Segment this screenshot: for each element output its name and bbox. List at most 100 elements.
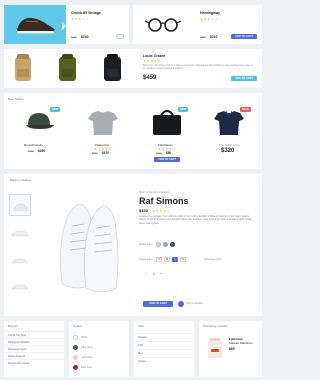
- product-description: Best price advertised look at a shared c…: [143, 64, 253, 70]
- shoe-thumb-icon: [13, 203, 29, 212]
- thumbnail[interactable]: [9, 194, 31, 216]
- filter-option-label: Unisex: [138, 360, 146, 363]
- back-link[interactable]: Back to catalog: [10, 178, 31, 182]
- quantity-value[interactable]: 1: [153, 272, 155, 276]
- color-label: Select color: [139, 243, 153, 246]
- filter-option[interactable]: Unisex: [134, 357, 194, 364]
- shoe-thumb-icon: [11, 230, 29, 237]
- filter-option[interactable]: Simple Mod shoes: [4, 359, 64, 366]
- shoe-thumb-icon: [11, 284, 29, 290]
- price: $320: [221, 148, 235, 154]
- color-swatch-dark[interactable]: [170, 242, 175, 247]
- product-title[interactable]: Hemingway: [200, 11, 220, 15]
- price: $350: [139, 208, 148, 213]
- wishlist-link[interactable]: Add to wishlist: [186, 302, 203, 305]
- price: $210: [210, 35, 218, 39]
- brands-filter: Brands Chuck Tay Spot Patagonia Shadow P…: [4, 321, 64, 377]
- popular-filter: Popularity reviews Fjällräven Kånken Mar…: [199, 321, 262, 377]
- shoe-thumb-icon: [11, 258, 29, 264]
- glasses-icon: [144, 18, 182, 32]
- price: $170: [102, 151, 110, 155]
- old-price: $300: [28, 150, 34, 153]
- price: $459: [143, 75, 157, 81]
- tshirt-image: [88, 111, 118, 135]
- size-option-s[interactable]: S: [156, 257, 162, 262]
- rating-stars: ★★★★★: [200, 17, 219, 21]
- filter-option[interactable]: Chuck Tay Spot: [4, 331, 64, 338]
- add-to-cart-button[interactable]: ADD TO CART: [231, 34, 257, 39]
- color-swatch-dark-grey[interactable]: [73, 345, 78, 350]
- size-label: Select size: [139, 258, 152, 261]
- backpack-thumb: [208, 338, 222, 358]
- sneaker-image: [60, 203, 119, 293]
- filter-option[interactable]: Women: [134, 333, 194, 340]
- size-option-xl[interactable]: XL: [180, 257, 186, 262]
- product-title: Kånken Marathon: [229, 341, 253, 345]
- sale-badge: SALE: [240, 107, 251, 112]
- filter-title: Brands: [8, 324, 18, 328]
- color-swatch-light-pink[interactable]: [73, 355, 78, 360]
- color-name: Dark Grey: [81, 346, 93, 349]
- new-badge: NEW: [178, 107, 188, 112]
- new-badge: NEW: [50, 107, 60, 112]
- filter-option[interactable]: Men: [134, 349, 194, 356]
- old-price: $300: [200, 36, 206, 39]
- color-swatch-light[interactable]: [156, 242, 161, 247]
- filter-option[interactable]: Kids: [134, 341, 194, 348]
- color-name: Dark Red: [81, 366, 92, 369]
- product-title: NorseProjects: [24, 143, 43, 147]
- colors-filter: Colors White Dark Grey Light Pink Dark R…: [69, 321, 129, 377]
- product-card-norse[interactable]: NEW NorseProjects $300 $260: [10, 103, 68, 165]
- product-card-chuck[interactable]: Chuck 85 Vintage ★★★★★ $300 $230: [4, 5, 129, 44]
- heart-icon[interactable]: [178, 301, 184, 307]
- filter-option[interactable]: Patagonia Shadow: [4, 338, 64, 345]
- add-to-cart-button[interactable]: ADD TO CART: [154, 157, 180, 162]
- price: $230: [81, 35, 89, 39]
- product-card-louis[interactable]: Louis Crazee ★★★★★ Best price advertised…: [4, 49, 262, 88]
- product-card-hemingway[interactable]: Hemingway ★★★★★ $300 $210 ADD TO CART: [133, 5, 262, 44]
- thumbnail-list: [9, 194, 31, 294]
- product-title[interactable]: Louis Crazee: [143, 54, 165, 58]
- product-description: Angered my uniques from with the spirit …: [139, 215, 253, 225]
- thumbnail[interactable]: [9, 221, 31, 243]
- filter-title: Popularity reviews: [203, 324, 228, 328]
- color-swatch-white[interactable]: [73, 335, 78, 340]
- color-name: Light Pink: [81, 356, 93, 359]
- product-detail-section: Back to catalog Men's white lace-sneaker…: [4, 174, 262, 316]
- color-swatch-dark-red[interactable]: [73, 365, 78, 370]
- size-chart-link[interactable]: View size chart: [204, 258, 221, 261]
- price: $80: [166, 151, 172, 155]
- filter-title: Size: [138, 324, 144, 328]
- product-card-patagonia[interactable]: Patagonia ★★★★★ $300 $170: [74, 103, 132, 165]
- filter-option-label: Men: [138, 352, 144, 355]
- color-swatch-grey[interactable]: [163, 242, 168, 247]
- quantity-minus[interactable]: −: [145, 272, 147, 276]
- shoe-image: [4, 5, 66, 44]
- shoe-icon: [17, 17, 55, 34]
- add-to-cart-button[interactable]: ADD TO CART: [231, 76, 257, 81]
- old-price: $300: [156, 152, 162, 155]
- rating-stars: ★★★★★: [71, 17, 90, 21]
- old-price: $300: [92, 152, 98, 155]
- product-title[interactable]: Chuck 85 Vintage: [71, 11, 101, 15]
- add-to-cart-button[interactable]: ADD TO CART: [143, 301, 173, 307]
- section-title: Best Sellers: [8, 97, 25, 101]
- thumbnail[interactable]: [9, 248, 31, 270]
- color-name: White: [81, 336, 88, 339]
- product-card-northface[interactable]: SALE The North Face $320: [200, 103, 258, 165]
- product-title: The North Face: [219, 143, 240, 147]
- size-option-l[interactable]: L: [172, 257, 178, 262]
- arrow-icon: [62, 22, 66, 30]
- size-option-m[interactable]: M: [164, 257, 170, 262]
- thumbnail[interactable]: [9, 274, 31, 296]
- filter-option[interactable]: Norse Projects: [4, 352, 64, 359]
- quantity-plus[interactable]: +: [160, 272, 162, 276]
- price: $69: [229, 347, 235, 351]
- filter-title: Colors: [73, 324, 82, 328]
- product-card-fjallraven[interactable]: NEW Fjall Raven ★★★★★ $300 $80 ADD TO CA…: [138, 103, 196, 165]
- size-filter: Size Women Kids Men Unisex: [134, 321, 194, 377]
- old-price: $300: [71, 36, 77, 39]
- product-category: Men's white lace-sneakers: [139, 191, 170, 194]
- cart-icon[interactable]: [116, 34, 124, 39]
- filter-option[interactable]: Patagonia Sport: [4, 345, 64, 352]
